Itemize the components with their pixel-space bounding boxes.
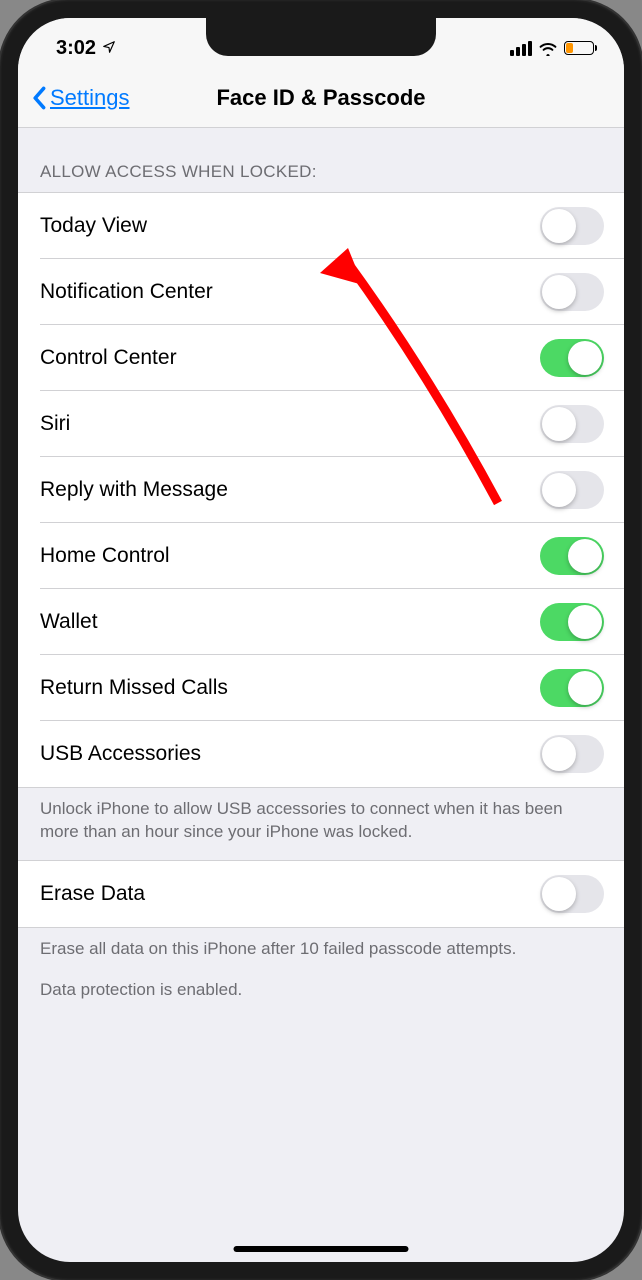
row-label: Wallet bbox=[40, 610, 98, 634]
location-icon bbox=[102, 37, 116, 60]
toggle-notification-center[interactable] bbox=[540, 273, 604, 311]
device-frame: 3:02 bbox=[0, 0, 642, 1280]
row-label: Control Center bbox=[40, 346, 177, 370]
row-label: Home Control bbox=[40, 544, 170, 568]
battery-icon bbox=[564, 41, 594, 55]
toggle-usb-accessories[interactable] bbox=[540, 735, 604, 773]
allow-access-list: Today View Notification Center Control C… bbox=[18, 192, 624, 788]
chevron-left-icon bbox=[32, 86, 48, 110]
row-label: USB Accessories bbox=[40, 742, 201, 766]
row-usb-accessories: USB Accessories bbox=[18, 721, 624, 787]
page-title: Face ID & Passcode bbox=[216, 85, 425, 111]
device-notch bbox=[206, 18, 436, 56]
toggle-reply-with-message[interactable] bbox=[540, 471, 604, 509]
navigation-bar: Settings Face ID & Passcode bbox=[18, 68, 624, 128]
toggle-erase-data[interactable] bbox=[540, 875, 604, 913]
section-footer-erase: Erase all data on this iPhone after 10 f… bbox=[18, 928, 624, 1018]
row-siri: Siri bbox=[18, 391, 624, 457]
settings-content[interactable]: ALLOW ACCESS WHEN LOCKED: Today View Not… bbox=[18, 128, 624, 1262]
back-label: Settings bbox=[50, 85, 130, 111]
row-home-control: Home Control bbox=[18, 523, 624, 589]
section-header-allow-access: ALLOW ACCESS WHEN LOCKED: bbox=[18, 128, 624, 192]
cellular-signal-icon bbox=[510, 41, 532, 56]
toggle-home-control[interactable] bbox=[540, 537, 604, 575]
row-label: Erase Data bbox=[40, 882, 145, 906]
wifi-icon bbox=[538, 41, 558, 56]
row-label: Reply with Message bbox=[40, 478, 228, 502]
erase-data-list: Erase Data bbox=[18, 860, 624, 928]
row-control-center: Control Center bbox=[18, 325, 624, 391]
toggle-return-missed-calls[interactable] bbox=[540, 669, 604, 707]
toggle-today-view[interactable] bbox=[540, 207, 604, 245]
row-today-view: Today View bbox=[18, 193, 624, 259]
row-label: Siri bbox=[40, 412, 70, 436]
row-wallet: Wallet bbox=[18, 589, 624, 655]
row-notification-center: Notification Center bbox=[18, 259, 624, 325]
toggle-siri[interactable] bbox=[540, 405, 604, 443]
row-reply-with-message: Reply with Message bbox=[18, 457, 624, 523]
row-label: Return Missed Calls bbox=[40, 676, 228, 700]
status-time: 3:02 bbox=[56, 37, 96, 60]
back-button[interactable]: Settings bbox=[32, 85, 130, 111]
row-return-missed-calls: Return Missed Calls bbox=[18, 655, 624, 721]
section-footer-usb: Unlock iPhone to allow USB accessories t… bbox=[18, 788, 624, 860]
row-label: Today View bbox=[40, 214, 147, 238]
row-erase-data: Erase Data bbox=[18, 861, 624, 927]
toggle-control-center[interactable] bbox=[540, 339, 604, 377]
home-indicator[interactable] bbox=[234, 1246, 409, 1252]
row-label: Notification Center bbox=[40, 280, 213, 304]
toggle-wallet[interactable] bbox=[540, 603, 604, 641]
